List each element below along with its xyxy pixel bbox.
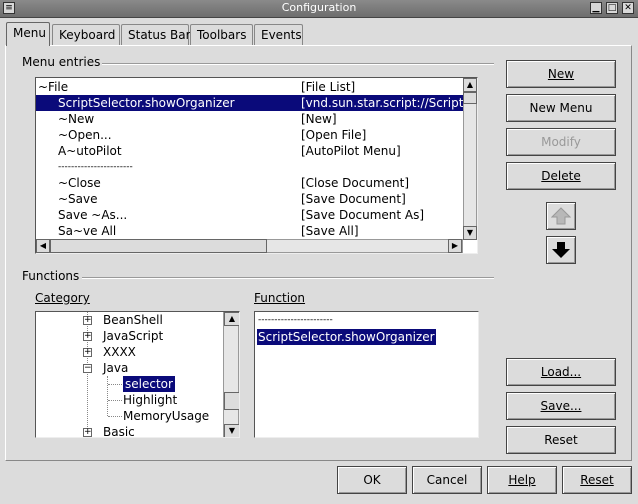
- scroll-down-icon[interactable]: ▼: [463, 226, 477, 240]
- list-item[interactable]: ~New [New]: [36, 111, 463, 127]
- divider: [102, 63, 494, 65]
- list-item[interactable]: Save ~As... [Save Document As]: [36, 207, 463, 223]
- list-item[interactable]: Sa~ve All [Save All]: [36, 223, 463, 239]
- delete-button[interactable]: Delete: [506, 162, 616, 190]
- new-button[interactable]: New: [506, 60, 616, 88]
- save-button[interactable]: Save...: [506, 392, 616, 420]
- tree-line: [107, 376, 108, 416]
- new-menu-button[interactable]: New Menu: [506, 94, 616, 122]
- tab-keyboard[interactable]: Keyboard: [52, 24, 120, 45]
- tab-toolbars[interactable]: Toolbars: [190, 24, 253, 45]
- list-item-selected[interactable]: ScriptSelector.showOrganizer: [257, 329, 436, 345]
- list-item[interactable]: A~utoPilot [AutoPilot Menu]: [36, 143, 463, 159]
- tree-line: [108, 400, 122, 401]
- horizontal-scrollbar[interactable]: ◀ ▶: [36, 239, 463, 253]
- functions-label: Functions: [22, 269, 80, 283]
- menu-entries-label: Menu entries: [22, 55, 101, 69]
- category-label: Category: [35, 291, 90, 305]
- list-item-separator[interactable]: -----------------------: [258, 312, 333, 328]
- reset-menu-button[interactable]: Reset: [506, 426, 616, 454]
- close-icon[interactable]: ✕: [622, 2, 634, 14]
- maximize-icon[interactable]: □: [606, 2, 618, 14]
- scroll-up-icon[interactable]: ▲: [224, 312, 239, 326]
- tree-item-javascript[interactable]: JavaScript: [103, 328, 163, 344]
- tree-item-java[interactable]: Java: [103, 360, 128, 376]
- scroll-thumb[interactable]: [50, 239, 267, 253]
- expand-icon[interactable]: +: [83, 348, 92, 357]
- tree-item-highlight[interactable]: Highlight: [123, 392, 177, 408]
- vertical-scrollbar[interactable]: ▲ ▼: [463, 78, 477, 240]
- tree-item-memoryusage[interactable]: MemoryUsage: [123, 408, 209, 424]
- tree-item-basic[interactable]: Basic: [103, 424, 135, 437]
- tree-item-beanshell[interactable]: BeanShell: [103, 312, 163, 328]
- tab-menu[interactable]: Menu: [6, 22, 50, 46]
- category-tree[interactable]: + BeanShell + JavaScript + XXXX − Java s…: [35, 311, 240, 438]
- scroll-down-icon[interactable]: ▼: [224, 424, 239, 437]
- arrow-down-icon: [552, 242, 570, 258]
- divider: [82, 277, 494, 279]
- expand-icon[interactable]: +: [83, 428, 92, 437]
- function-label: Function: [254, 291, 306, 305]
- scroll-up-icon[interactable]: ▲: [463, 78, 477, 92]
- arrow-up-icon: [550, 207, 572, 225]
- help-button[interactable]: Help: [487, 466, 557, 494]
- scroll-right-icon[interactable]: ▶: [448, 239, 462, 253]
- minimize-icon[interactable]: ▁: [590, 2, 602, 14]
- window-title: Configuration: [281, 1, 357, 14]
- ok-button[interactable]: OK: [337, 466, 407, 494]
- tree-item-xxxx[interactable]: XXXX: [103, 344, 136, 360]
- load-button[interactable]: Load...: [506, 358, 616, 386]
- move-down-button[interactable]: [546, 236, 576, 264]
- tab-events[interactable]: Events: [254, 24, 303, 45]
- menu-entries-list[interactable]: ~File [File List] ScriptSelector.showOrg…: [35, 77, 478, 254]
- scroll-thumb[interactable]: [463, 92, 477, 104]
- tree-line: [108, 416, 122, 417]
- expand-icon[interactable]: +: [83, 316, 92, 325]
- tree-item-selector[interactable]: selector: [123, 376, 175, 392]
- list-item[interactable]: ~Open... [Open File]: [36, 127, 463, 143]
- tab-status-bar[interactable]: Status Bar: [121, 24, 191, 45]
- scroll-left-icon[interactable]: ◀: [36, 239, 50, 253]
- move-up-button[interactable]: [546, 202, 576, 230]
- scroll-thumb[interactable]: [224, 392, 239, 410]
- list-item[interactable]: ~File [File List]: [36, 79, 463, 95]
- list-item-separator[interactable]: -----------------------: [36, 159, 463, 175]
- tree-line: [108, 384, 122, 385]
- collapse-icon[interactable]: −: [83, 364, 92, 373]
- cancel-button[interactable]: Cancel: [412, 466, 482, 494]
- function-list[interactable]: ----------------------- ScriptSelector.s…: [254, 311, 479, 438]
- reset-button[interactable]: Reset: [562, 466, 632, 494]
- title-bar: ≡ Configuration ▁ □ ✕: [0, 0, 638, 18]
- list-item[interactable]: ~Save [Save Document]: [36, 191, 463, 207]
- vertical-scrollbar[interactable]: ▲ ▼: [223, 312, 239, 437]
- list-item-selected[interactable]: ScriptSelector.showOrganizer [vnd.sun.st…: [36, 95, 471, 111]
- list-item[interactable]: ~Close [Close Document]: [36, 175, 463, 191]
- modify-button[interactable]: Modify: [506, 128, 616, 156]
- expand-icon[interactable]: +: [83, 332, 92, 341]
